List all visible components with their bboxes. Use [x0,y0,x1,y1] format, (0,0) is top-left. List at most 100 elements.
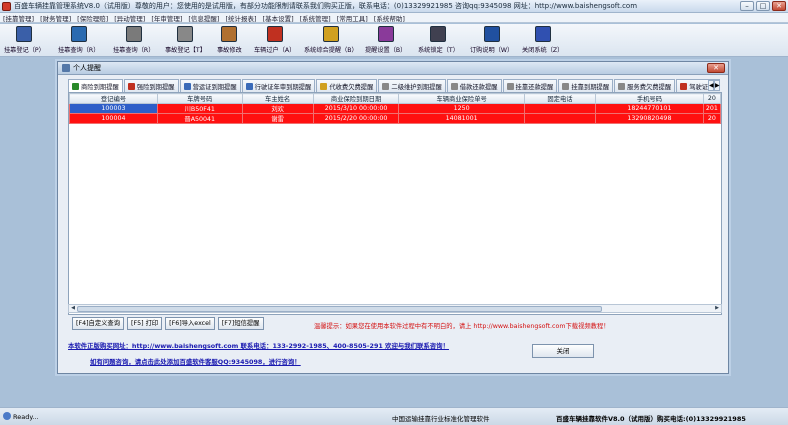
tab-label: 营运证到期提醒 [192,83,237,91]
table-cell[interactable] [523,113,597,124]
table-cell[interactable]: 2015/2/20 00:00:00 [312,113,400,124]
maximize-button[interactable]: □ [756,1,770,11]
qq-consult-link[interactable]: 如有问题咨询，请点击此处添加百盛软件客服QQ:9345098，进行咨询！ [90,357,301,366]
menu-help[interactable]: [系统帮助] [374,13,405,23]
table-cell[interactable]: 晋A50041 [156,113,243,124]
table-cell[interactable]: 川B50F41 [156,103,243,114]
close-button[interactable]: 关闭 [532,344,594,358]
register-icon [16,26,33,42]
tab-icon [320,82,328,90]
tab-9[interactable]: 服务费欠费提醒 [614,79,676,92]
tab-3[interactable]: 行驶证年审到期提醒 [241,79,316,92]
sms-reminder-button[interactable]: [F7]短信提醒 [217,317,264,330]
toolbar-button-0[interactable]: 挂靠登记（P） [4,26,45,55]
status-center: 中国运输挂靠行业标准化管理软件 [392,415,490,423]
tab-6[interactable]: 借款还款提醒 [446,79,502,92]
toolbar-label: 系统综合提醒（B） [304,47,358,54]
menu-guakao[interactable]: [挂靠管理] [3,13,34,23]
tab-8[interactable]: 挂靠到期提醒 [558,79,614,92]
column-header[interactable]: 车主姓名 [241,93,314,104]
column-header[interactable]: 车牌号码 [156,93,243,104]
scroll-left-icon[interactable]: ◀ [69,305,77,312]
table-cell[interactable]: 13290820498 [595,113,704,124]
tab-icon [245,82,253,90]
column-header[interactable]: 登记编号 [69,93,158,104]
tab-scroll-right-icon[interactable]: ▶ [714,80,720,91]
menu-reminder[interactable]: [信息提醒] [188,13,219,23]
menu-annual[interactable]: [年审管理] [151,13,182,23]
toolbar-label: 挂靠查询（R） [58,47,100,54]
status-bar: Ready... 中国运输挂靠行业标准化管理软件 百盛车辆挂靠软件V8.0（试用… [0,407,788,425]
minimize-button[interactable]: – [740,1,754,11]
table-cell[interactable]: 18244770101 [595,103,704,114]
toolbar-button-3[interactable]: 事故登记【T】 [165,26,206,55]
table-cell[interactable]: 201 [702,103,721,114]
tab-7[interactable]: 挂靠还款提醒 [502,79,558,92]
custom-query-button[interactable]: [F4]自定义查询 [72,317,125,330]
exit-icon [534,26,551,42]
tab-icon [382,82,390,90]
close-window-button[interactable]: ✕ [772,1,786,11]
table-cell[interactable]: 谢雷 [241,113,314,124]
dialog-close-icon[interactable]: ✕ [707,63,725,73]
toolbar-button-2[interactable]: 挂靠查询（R） [113,26,154,55]
table-cell[interactable]: 14081001 [398,113,525,124]
tab-0[interactable]: 商险到期提醒 [68,79,123,92]
menu-finance[interactable]: [财务管理] [40,13,71,23]
column-header[interactable]: 20 [702,93,721,104]
tab-4[interactable]: 代收费欠费提醒 [316,79,378,92]
accident-icon [177,26,194,42]
horizontal-scrollbar[interactable]: ◀ ▶ [68,304,722,313]
menu-system[interactable]: [系统管理] [300,13,331,23]
column-header[interactable]: 车辆商业保险单号 [398,93,525,104]
column-header[interactable]: 手机号码 [595,93,704,104]
toolbar-label: 事故登记【T】 [165,47,206,54]
table-cell[interactable]: 100003 [69,103,158,114]
toolbar-label: 车辆过户（A） [254,47,296,54]
toolbar-button-5[interactable]: 车辆过户（A） [254,26,295,55]
menu-change[interactable]: [异动管理] [114,13,145,23]
tab-1[interactable]: 强险到期提醒 [123,79,179,92]
export-excel-button[interactable]: [F6]导入excel [165,317,215,330]
tab-label: 代收费欠费提醒 [329,83,374,91]
toolbar-button-1[interactable]: 挂靠查询（R） [58,26,99,55]
window-title: 百盛车辆挂靠管理系统V8.0（试用版）尊敬的用户：您使用的是试用版，有部分功能限… [14,2,638,10]
toolbar-button-8[interactable]: 系统锁定（T） [418,26,459,55]
tab-icon [183,82,191,90]
table-row[interactable]: 100003 川B50F41 刘欢 2015/3/10 00:00:00 1250 182… [69,103,721,114]
table-cell[interactable]: 1250 [398,103,525,114]
tab-label: 强险到期提醒 [136,83,175,91]
reminder-dialog: 个人提醒 ✕ 商险到期提醒 强险到期提醒 营运证到期提醒 行驶证年审到期提醒 代收费欠费… [57,61,729,374]
tab-strip: 商险到期提醒 强险到期提醒 营运证到期提醒 行驶证年审到期提醒 代收费欠费提醒 二级维护到… [68,79,720,92]
toolbar-button-9[interactable]: 订购说明（W） [470,26,513,55]
table-header-row: 登记编号 车牌号码 车主姓名 商业保险到期日期 车辆商业保险单号 固定电话 手机号码 20 [69,93,721,104]
toolbar-label: 关闭系统（Z） [522,47,564,54]
menu-reports[interactable]: [统计报表] [225,13,256,23]
status-icon [3,412,11,420]
search-icon [70,26,87,42]
table-cell[interactable]: 刘欢 [241,103,314,114]
tab-5[interactable]: 二级维护到期提醒 [378,79,446,92]
table-cell[interactable] [523,103,597,114]
menu-settings[interactable]: [基本设置] [263,13,294,23]
toolbar-button-4[interactable]: 事故修改 [217,26,242,55]
column-header[interactable]: 商业保险到期日期 [312,93,400,104]
scroll-right-icon[interactable]: ▶ [713,305,721,312]
toolbar-button-7[interactable]: 提醒设置（B） [365,26,406,55]
car-search-icon [125,26,142,42]
menu-tools[interactable]: [常用工具] [337,13,368,23]
tab-2[interactable]: 营运证到期提醒 [179,79,241,92]
menu-insurance[interactable]: [保险理赔] [77,13,108,23]
toolbar-button-6[interactable]: 系统综合提醒（B） [304,26,358,55]
print-button[interactable]: [F5] 打印 [127,317,163,330]
table-cell[interactable]: 20 [702,113,721,124]
toolbar-button-10[interactable]: 关闭系统（Z） [522,26,563,55]
scrollbar-thumb[interactable] [77,306,602,312]
column-header[interactable]: 固定电话 [523,93,597,104]
table-cell[interactable]: 100004 [69,113,158,124]
toolbar-label: 事故修改 [217,47,242,54]
menu-bar: [挂靠管理] [财务管理] [保险理赔] [异动管理] [年审管理] [信息提醒… [0,13,788,23]
purchase-info-link[interactable]: 本软件正版购买网址：http://www.baishengsoft.com 联系… [68,341,449,350]
table-row[interactable]: 100004 晋A50041 谢雷 2015/2/20 00:00:00 1408100… [69,113,721,124]
table-cell[interactable]: 2015/3/10 00:00:00 [312,103,400,114]
